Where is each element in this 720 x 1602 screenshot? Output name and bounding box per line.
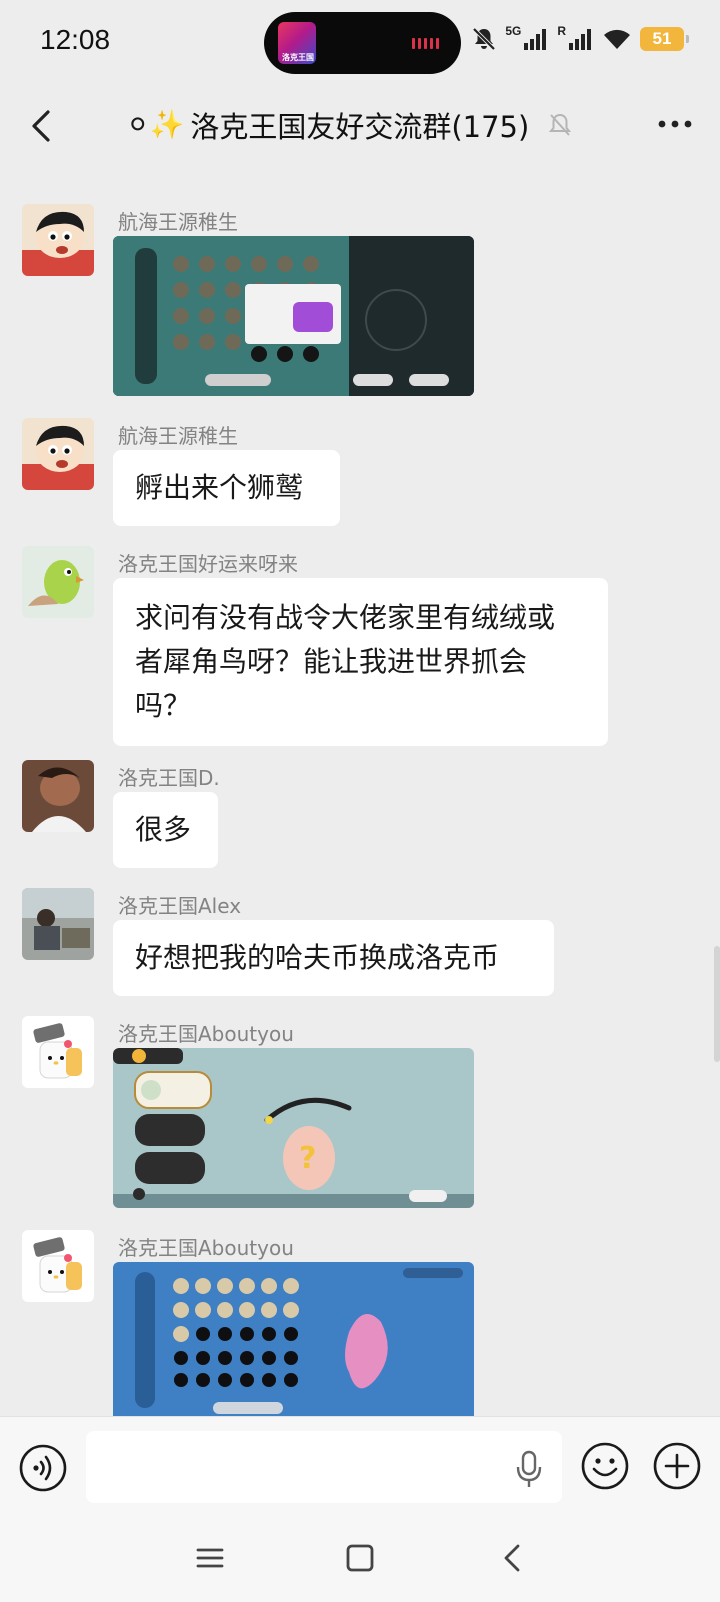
sender-name: 洛克王国Aboutyou: [118, 1236, 294, 1260]
plus-icon[interactable]: [652, 1441, 702, 1491]
sender-name: 洛克王国D.: [118, 766, 220, 790]
hello-kitty-avatar-icon: [22, 1230, 94, 1302]
dynamic-island[interactable]: 洛克王国: [264, 12, 461, 74]
avatar[interactable]: [22, 760, 94, 832]
bell-off-icon: [549, 113, 572, 136]
avatar[interactable]: [22, 1230, 94, 1302]
back-triangle-icon[interactable]: [494, 1540, 534, 1576]
menu-icon[interactable]: [190, 1540, 230, 1576]
scrollbar-thumb[interactable]: [714, 946, 720, 1062]
message-input[interactable]: [86, 1431, 562, 1503]
message-input-bar: [0, 1416, 720, 1516]
chat-title[interactable]: ⚪✨ 洛克王国友好交流群(175): [126, 102, 573, 148]
person-photo-avatar-icon: [22, 760, 94, 832]
hello-kitty-avatar-icon: [22, 1016, 94, 1088]
sender-name: 洛克王国好运来呀来: [118, 552, 298, 576]
image-message[interactable]: [113, 1262, 474, 1416]
egg-hatching-screenshot-image: ?: [113, 1048, 474, 1208]
sender-name: 洛克王国Alex: [118, 894, 242, 918]
cartoon-boy-avatar-icon: [22, 418, 94, 490]
text-line: 求问有没有战令大佬家里有绒绒或: [135, 601, 556, 634]
sender-name: 航海王源稚生: [118, 210, 238, 234]
avatar[interactable]: [22, 546, 94, 618]
status-bar: 12:08 洛克王国 5G R 51: [0, 0, 720, 86]
more-dots-icon[interactable]: [656, 112, 694, 136]
sender-name: 洛克王国Aboutyou: [118, 1022, 294, 1046]
group-name: 洛克王国友好交流群(175): [190, 110, 530, 144]
signal-2-icon: [569, 29, 591, 50]
text-bubble[interactable]: 好想把我的哈夫币换成洛克币: [113, 920, 554, 996]
image-message[interactable]: ?: [113, 1048, 474, 1208]
text-line: 吗？: [135, 689, 192, 722]
image-message[interactable]: [113, 236, 474, 396]
avatar[interactable]: [22, 418, 94, 490]
network-r-label: R: [557, 24, 566, 38]
outdoor-photo-avatar-icon: [22, 888, 94, 960]
status-icons: 5G R 51: [471, 24, 689, 52]
parrot-avatar-icon: [22, 546, 94, 618]
emoji-icon[interactable]: [580, 1441, 630, 1491]
network-5g-label: 5G: [505, 24, 522, 38]
microphone-icon[interactable]: [514, 1449, 544, 1489]
island-app-label: 洛克王国: [282, 53, 314, 62]
avatar[interactable]: [22, 204, 94, 276]
avatar[interactable]: [22, 1016, 94, 1088]
text-line: 者犀角鸟呀？能让我进世界抓会: [135, 645, 528, 678]
battery-indicator: 51: [640, 27, 689, 51]
bell-off-status-icon: [472, 27, 496, 51]
avatar[interactable]: [22, 888, 94, 960]
title-emoji-prefix: ⚪✨: [126, 108, 185, 141]
voice-mode-icon[interactable]: [18, 1443, 68, 1493]
audio-bars-icon: [412, 38, 439, 49]
sender-name: 航海王源稚生: [118, 424, 238, 448]
svg-text:?: ?: [299, 1141, 316, 1176]
text-bubble[interactable]: 孵出来个狮鹫: [113, 450, 340, 526]
chat-header: ⚪✨ 洛克王国友好交流群(175): [0, 86, 720, 166]
wifi-icon: [604, 29, 630, 49]
text-bubble[interactable]: 很多: [113, 792, 218, 868]
text-bubble[interactable]: 求问有没有战令大佬家里有绒绒或 者犀角鸟呀？能让我进世界抓会 吗？: [113, 578, 608, 746]
pet-bag-blue-screenshot-image: [113, 1262, 474, 1416]
status-time: 12:08: [40, 24, 111, 55]
home-square-icon[interactable]: [340, 1540, 380, 1576]
pet-bag-screenshot-image: [113, 236, 474, 396]
system-nav-bar: [0, 1516, 720, 1602]
chevron-left-icon[interactable]: [22, 104, 62, 148]
cartoon-boy-avatar-icon: [22, 204, 94, 276]
signal-icon: [524, 29, 547, 50]
